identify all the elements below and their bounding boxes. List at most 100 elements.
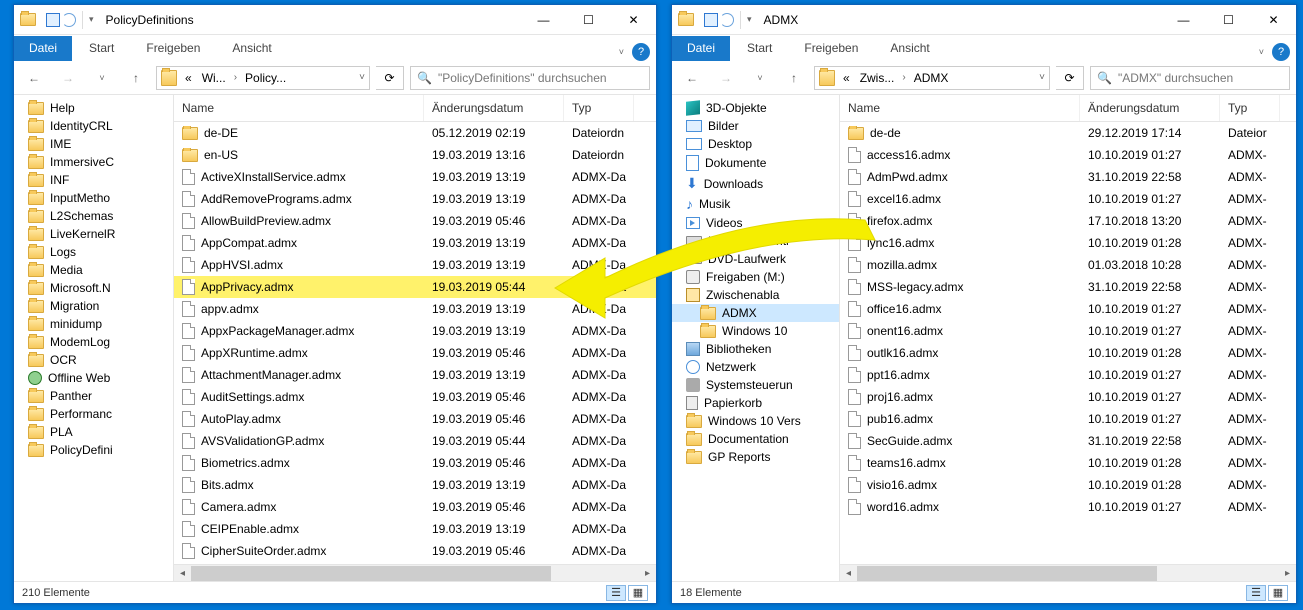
file-row[interactable]: AppCompat.admx19.03.2019 13:19ADMX-Da: [174, 232, 656, 254]
file-row[interactable]: AppXRuntime.admx19.03.2019 05:46ADMX-Da: [174, 342, 656, 364]
tab-start[interactable]: Start: [732, 36, 787, 61]
file-row[interactable]: AppPrivacy.admx19.03.2019 05:44ADMX-Da: [174, 276, 656, 298]
qat-properties-icon[interactable]: [704, 13, 718, 27]
titlebar[interactable]: ▾ ADMX — ☐ ✕: [672, 5, 1296, 35]
file-row[interactable]: AutoPlay.admx19.03.2019 05:46ADMX-Da: [174, 408, 656, 430]
file-row[interactable]: ActiveXInstallService.admx19.03.2019 13:…: [174, 166, 656, 188]
tree-item[interactable]: Papierkorb: [672, 394, 839, 412]
horizontal-scrollbar[interactable]: ◂ ▸: [174, 564, 656, 581]
navigation-tree[interactable]: HelpIdentityCRLIMEImmersiveCINFInputMeth…: [14, 95, 174, 581]
tree-item[interactable]: IME: [14, 135, 173, 153]
breadcrumb-dropdown-icon[interactable]: ˅: [357, 72, 367, 83]
qat-dropdown-icon[interactable]: ▾: [747, 14, 752, 25]
file-row[interactable]: CipherSuiteOrder.admx19.03.2019 05:46ADM…: [174, 540, 656, 562]
minimize-button[interactable]: —: [1161, 5, 1206, 35]
tree-item[interactable]: Lokaler Datentr: [672, 232, 839, 250]
file-row[interactable]: visio16.admx10.10.2019 01:28ADMX-: [840, 474, 1296, 496]
file-row[interactable]: proj16.admx10.10.2019 01:27ADMX-: [840, 386, 1296, 408]
tree-item[interactable]: Bilder: [672, 117, 839, 135]
scroll-thumb[interactable]: [857, 566, 1157, 581]
tree-item[interactable]: Migration: [14, 297, 173, 315]
qat-undo-icon[interactable]: [62, 13, 76, 27]
qat-properties-icon[interactable]: [46, 13, 60, 27]
horizontal-scrollbar[interactable]: ◂ ▸: [840, 564, 1296, 581]
tab-datei[interactable]: Datei: [672, 36, 730, 61]
breadcrumb-overflow[interactable]: «: [181, 69, 196, 87]
tree-item[interactable]: Panther: [14, 387, 173, 405]
tree-item[interactable]: L2Schemas: [14, 207, 173, 225]
file-row[interactable]: appv.admx19.03.2019 13:19ADMX-Da: [174, 298, 656, 320]
file-row[interactable]: Camera.admx19.03.2019 05:46ADMX-Da: [174, 496, 656, 518]
chevron-right-icon[interactable]: ›: [232, 72, 239, 83]
file-row[interactable]: de-DE05.12.2019 02:19Dateiordn: [174, 122, 656, 144]
breadcrumb-dropdown-icon[interactable]: ˅: [1037, 72, 1047, 83]
file-row[interactable]: outlk16.admx10.10.2019 01:28ADMX-: [840, 342, 1296, 364]
file-row[interactable]: en-US19.03.2019 13:16Dateiordn: [174, 144, 656, 166]
minimize-button[interactable]: —: [521, 5, 566, 35]
tree-item[interactable]: Desktop: [672, 135, 839, 153]
tree-item[interactable]: ADMX: [672, 304, 839, 322]
tree-item[interactable]: Windows 10: [672, 322, 839, 340]
navigation-tree[interactable]: 3D-ObjekteBilderDesktopDokumente⬇Downloa…: [672, 95, 840, 581]
tree-item[interactable]: minidump: [14, 315, 173, 333]
up-button[interactable]: ↑: [122, 64, 150, 92]
tree-item[interactable]: InputMetho: [14, 189, 173, 207]
scroll-left-icon[interactable]: ◂: [174, 565, 191, 582]
breadcrumb-seg-admx[interactable]: ADMX: [910, 69, 953, 87]
tab-freigeben[interactable]: Freigeben: [131, 36, 215, 61]
ribbon-expand-icon[interactable]: ˅: [1259, 47, 1264, 57]
file-row[interactable]: onent16.admx10.10.2019 01:27ADMX-: [840, 320, 1296, 342]
tree-item[interactable]: Dokumente: [672, 153, 839, 173]
qat-dropdown-icon[interactable]: ▾: [89, 14, 94, 25]
tree-item[interactable]: Windows 10 Vers: [672, 412, 839, 430]
file-row[interactable]: CEIPEnable.admx19.03.2019 13:19ADMX-Da: [174, 518, 656, 540]
back-button[interactable]: ←: [678, 64, 706, 92]
col-date[interactable]: Änderungsdatum: [424, 95, 564, 121]
tree-item[interactable]: INF: [14, 171, 173, 189]
forward-button[interactable]: →: [54, 64, 82, 92]
tree-item[interactable]: ♪Musik: [672, 194, 839, 214]
breadcrumb-seg-zwis[interactable]: Zwis...: [856, 69, 899, 87]
file-row[interactable]: MSS-legacy.admx31.10.2019 22:58ADMX-: [840, 276, 1296, 298]
col-name[interactable]: Name: [840, 95, 1080, 121]
view-details-button[interactable]: ☰: [1246, 585, 1266, 601]
file-row[interactable]: word16.admx10.10.2019 01:27ADMX-: [840, 496, 1296, 518]
tree-item[interactable]: Videos: [672, 214, 839, 232]
tree-item[interactable]: Bibliotheken: [672, 340, 839, 358]
column-headers[interactable]: Name Änderungsdatum Typ: [840, 95, 1296, 122]
breadcrumb-seg-windows[interactable]: Wi...: [198, 69, 230, 87]
up-button[interactable]: ↑: [780, 64, 808, 92]
file-row[interactable]: office16.admx10.10.2019 01:27ADMX-: [840, 298, 1296, 320]
titlebar[interactable]: ▾ PolicyDefinitions — ☐ ✕: [14, 5, 656, 35]
scroll-right-icon[interactable]: ▸: [639, 565, 656, 582]
help-icon[interactable]: ?: [1272, 43, 1290, 61]
tree-item[interactable]: ModemLog: [14, 333, 173, 351]
breadcrumb-seg-policy[interactable]: Policy...: [241, 69, 290, 87]
tree-item[interactable]: Offline Web: [14, 369, 173, 387]
scroll-right-icon[interactable]: ▸: [1279, 565, 1296, 582]
ribbon-expand-icon[interactable]: ˅: [619, 47, 624, 57]
refresh-button[interactable]: ⟳: [1056, 66, 1084, 90]
file-row[interactable]: excel16.admx10.10.2019 01:27ADMX-: [840, 188, 1296, 210]
file-row[interactable]: teams16.admx10.10.2019 01:28ADMX-: [840, 452, 1296, 474]
refresh-button[interactable]: ⟳: [376, 66, 404, 90]
tree-item[interactable]: Media: [14, 261, 173, 279]
recent-locations-icon[interactable]: ˅: [88, 64, 116, 92]
view-details-button[interactable]: ☰: [606, 585, 626, 601]
back-button[interactable]: ←: [20, 64, 48, 92]
close-button[interactable]: ✕: [1251, 5, 1296, 35]
column-headers[interactable]: Name Änderungsdatum Typ: [174, 95, 656, 122]
breadcrumb[interactable]: « Wi... › Policy... ˅: [156, 66, 370, 90]
tree-item[interactable]: Performanc: [14, 405, 173, 423]
chevron-right-icon[interactable]: ›: [900, 72, 907, 83]
tree-item[interactable]: Microsoft.N: [14, 279, 173, 297]
file-row[interactable]: access16.admx10.10.2019 01:27ADMX-: [840, 144, 1296, 166]
file-row[interactable]: AllowBuildPreview.admx19.03.2019 05:46AD…: [174, 210, 656, 232]
tree-item[interactable]: IdentityCRL: [14, 117, 173, 135]
file-row[interactable]: de-de29.12.2019 17:14Dateior: [840, 122, 1296, 144]
view-thumbnails-button[interactable]: ▦: [1268, 585, 1288, 601]
tree-item[interactable]: Logs: [14, 243, 173, 261]
scroll-thumb[interactable]: [191, 566, 551, 581]
file-row[interactable]: AdmPwd.admx31.10.2019 22:58ADMX-: [840, 166, 1296, 188]
breadcrumb[interactable]: « Zwis... › ADMX ˅: [814, 66, 1050, 90]
